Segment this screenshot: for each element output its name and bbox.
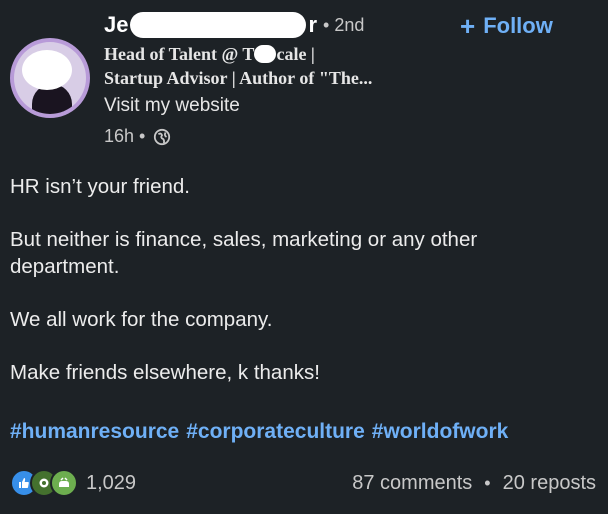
comments-count[interactable]: 87 comments [352,472,472,495]
reposts-count[interactable]: 20 reposts [503,472,596,495]
author-headline: Head of Talent @ T cale | Startup Advisor… [104,42,434,90]
post-paragraph: But neither is finance, sales, marketing… [10,228,478,278]
avatar-photo [14,42,86,114]
hashtag-link[interactable]: #worldofwork [372,420,509,444]
social-counts-bar: 1,029 87 comments • 20 reposts [10,466,596,500]
headline-redaction [254,45,277,63]
headline-line-1-start: Head of Talent @ T [104,44,255,64]
post-paragraph: We all work for the company. [10,308,273,331]
post-meta: 16h • [104,126,171,147]
post-body: HR isn’t your friend. But neither is fin… [10,173,590,412]
author-name-row[interactable]: Je r • 2nd [104,10,364,40]
support-reaction-icon [50,469,78,497]
reaction-icons[interactable] [10,469,78,497]
post-paragraph: Make friends elsewhere, k thanks! [10,361,320,384]
author-name-start[interactable]: Je [104,12,128,38]
author-avatar[interactable] [10,38,90,118]
post-paragraph: HR isn’t your friend. [10,175,191,198]
follow-button[interactable]: + Follow [460,12,553,40]
headline-line-2: Startup Advisor | Author of "The... [104,68,373,88]
engagement-stats: 87 comments • 20 reposts [352,472,596,495]
headline-line-1-end: cale | [276,44,315,64]
post-time: 16h • [104,126,146,146]
connection-degree: • 2nd [323,14,365,35]
globe-icon [154,128,171,145]
author-name-end[interactable]: r [308,12,317,38]
stats-separator: • [484,472,491,493]
plus-icon: + [460,11,476,41]
headline-line-1: Head of Talent @ T cale | [104,42,434,66]
website-link[interactable]: Visit my website [104,95,240,117]
follow-label: Follow [483,13,553,38]
name-redaction [130,12,307,38]
avatar-redaction [22,50,72,90]
hashtag-list: #humanresource #corporateculture #worldo… [10,420,508,444]
hashtag-link[interactable]: #humanresource [10,420,179,444]
hashtag-link[interactable]: #corporateculture [186,420,365,444]
reaction-count[interactable]: 1,029 [86,472,136,495]
